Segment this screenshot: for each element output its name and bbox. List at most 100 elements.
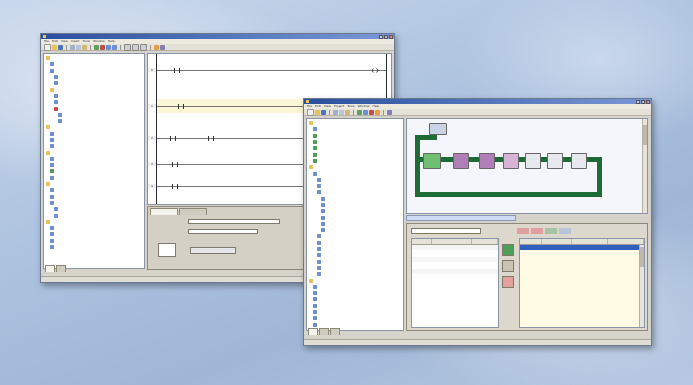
column-header[interactable] xyxy=(608,239,644,244)
drive-module[interactable] xyxy=(547,153,563,169)
close-button[interactable]: × xyxy=(389,34,393,39)
upload-icon[interactable] xyxy=(112,44,117,50)
monitor-icon[interactable] xyxy=(375,109,380,115)
save-icon[interactable] xyxy=(321,109,326,115)
front-application-window[interactable]: _ □ × File Edit View Project Tools Windo… xyxy=(303,98,652,346)
table-row-selected[interactable] xyxy=(520,245,644,250)
export-icon[interactable] xyxy=(559,228,571,234)
contact-symbol[interactable] xyxy=(208,136,214,141)
inspector-tabs[interactable] xyxy=(406,215,516,221)
tree-item[interactable] xyxy=(307,322,403,328)
comment-field[interactable] xyxy=(188,229,258,234)
table-row[interactable] xyxy=(520,269,644,274)
contact-symbol[interactable] xyxy=(174,68,180,73)
drive-module[interactable] xyxy=(525,153,541,169)
name-field[interactable] xyxy=(188,219,280,224)
parameter-grid-right[interactable] xyxy=(519,238,645,328)
table-row[interactable] xyxy=(520,251,644,256)
table-row[interactable] xyxy=(412,251,498,256)
table-row[interactable] xyxy=(412,275,498,280)
pc-station-icon[interactable] xyxy=(429,123,447,135)
cut-icon[interactable] xyxy=(70,44,75,50)
table-row[interactable] xyxy=(520,275,644,280)
diagram-scrollbar[interactable] xyxy=(642,119,647,213)
tab-general[interactable] xyxy=(150,208,178,215)
help-icon[interactable] xyxy=(387,109,392,115)
network-icon[interactable] xyxy=(357,109,362,115)
tab-project[interactable] xyxy=(308,328,318,335)
minimize-button[interactable]: _ xyxy=(636,99,640,104)
box-icon[interactable] xyxy=(140,43,147,51)
tab-hardware[interactable] xyxy=(319,328,329,335)
new-file-icon[interactable] xyxy=(307,108,314,116)
open-folder-icon[interactable] xyxy=(52,44,57,50)
coil-symbol[interactable] xyxy=(372,68,378,73)
tab-project[interactable] xyxy=(45,265,55,272)
type-field[interactable] xyxy=(158,243,176,257)
table-row[interactable] xyxy=(520,263,644,268)
move-left-button[interactable] xyxy=(502,260,514,272)
cut-icon[interactable] xyxy=(333,109,338,115)
copy-icon[interactable] xyxy=(339,109,344,115)
back-project-tree[interactable] xyxy=(43,53,145,269)
contact-symbol[interactable] xyxy=(172,184,178,189)
table-row[interactable] xyxy=(412,245,498,250)
scrollbar-thumb[interactable] xyxy=(643,125,647,145)
value-field[interactable] xyxy=(190,247,236,254)
coil-icon[interactable] xyxy=(132,43,139,51)
table-row[interactable] xyxy=(412,269,498,274)
sort-icon[interactable] xyxy=(531,228,543,234)
remove-button[interactable] xyxy=(502,276,514,288)
open-folder-icon[interactable] xyxy=(315,109,320,115)
table-row[interactable] xyxy=(412,263,498,268)
go-online-icon[interactable] xyxy=(94,44,99,50)
move-right-button[interactable] xyxy=(502,244,514,256)
contact-symbol[interactable] xyxy=(172,162,178,167)
close-button[interactable]: × xyxy=(646,99,650,104)
table-row[interactable] xyxy=(412,257,498,262)
toolbar-separator xyxy=(329,109,330,115)
scrollbar-thumb[interactable] xyxy=(640,247,644,267)
column-header[interactable] xyxy=(520,239,542,244)
stop-icon[interactable] xyxy=(369,109,374,115)
download-icon[interactable] xyxy=(106,44,111,50)
tab-library[interactable] xyxy=(56,265,66,272)
column-header[interactable] xyxy=(542,239,572,244)
contact-symbol[interactable] xyxy=(178,104,184,109)
grid-scrollbar[interactable] xyxy=(639,245,644,327)
tab-parameters[interactable] xyxy=(179,208,207,215)
drive-module[interactable] xyxy=(453,153,469,169)
front-project-tree[interactable] xyxy=(306,118,404,331)
column-header[interactable] xyxy=(472,239,498,244)
copy-icon[interactable] xyxy=(76,44,81,50)
network-diagram[interactable] xyxy=(406,118,648,214)
filter-icon[interactable] xyxy=(517,228,529,234)
paste-icon[interactable] xyxy=(345,109,350,115)
drive-module[interactable] xyxy=(571,153,587,169)
save-icon[interactable] xyxy=(58,44,63,50)
maximize-button[interactable]: □ xyxy=(384,34,388,39)
drive-module[interactable] xyxy=(479,153,495,169)
contact-symbol[interactable] xyxy=(170,136,176,141)
column-header[interactable] xyxy=(432,239,472,244)
maximize-button[interactable]: □ xyxy=(641,99,645,104)
drive-module[interactable] xyxy=(503,153,519,169)
go-offline-icon[interactable] xyxy=(100,44,105,50)
minimize-button[interactable]: _ xyxy=(379,34,383,39)
tab-library[interactable] xyxy=(330,328,340,335)
column-header[interactable] xyxy=(412,239,432,244)
contact-icon[interactable] xyxy=(124,43,131,51)
help-icon[interactable] xyxy=(160,44,165,50)
column-header[interactable] xyxy=(572,239,608,244)
refresh-icon[interactable] xyxy=(545,228,557,234)
table-row[interactable] xyxy=(520,281,644,286)
download-icon[interactable] xyxy=(363,109,368,115)
device-name-field[interactable] xyxy=(411,228,481,234)
table-row[interactable] xyxy=(520,257,644,262)
new-file-icon[interactable] xyxy=(44,43,51,51)
monitor-icon[interactable] xyxy=(154,44,159,50)
paste-icon[interactable] xyxy=(82,44,87,50)
tree-item[interactable] xyxy=(44,244,144,250)
parameter-grid-left[interactable] xyxy=(411,238,499,328)
controller-module[interactable] xyxy=(423,153,441,169)
